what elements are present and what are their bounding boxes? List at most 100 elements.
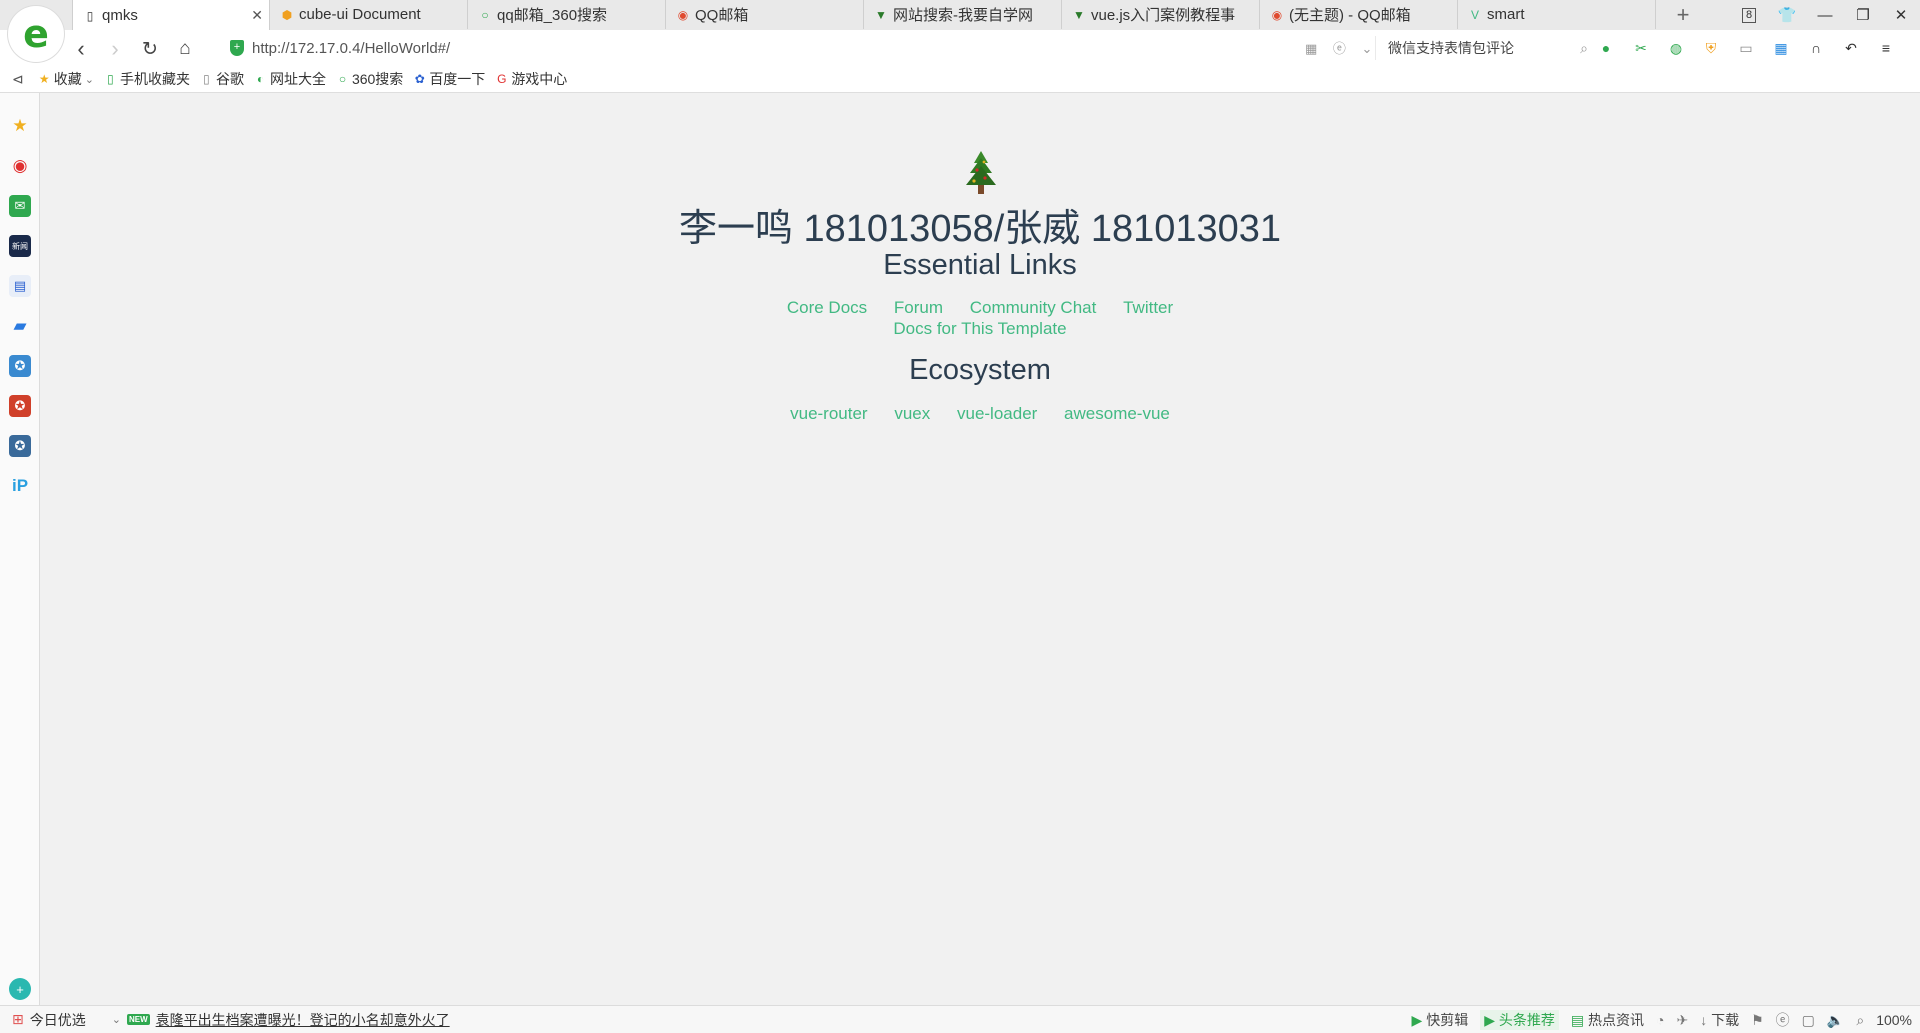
extension-bar: ● ✂ ◍ ⛨ ▭ ▦ ∩ ↶ ≡ bbox=[1595, 38, 1897, 58]
link-forum[interactable]: Forum bbox=[894, 298, 943, 317]
close-icon[interactable]: ✕ bbox=[251, 7, 263, 24]
bookmark-google[interactable]: ▯ 谷歌 bbox=[200, 69, 244, 89]
site-icon: ▼ bbox=[1073, 7, 1085, 22]
home-button[interactable]: ⌂ bbox=[172, 36, 198, 62]
hot-news-button[interactable]: ▤ 热点资讯 bbox=[1571, 1010, 1644, 1030]
tab-strip: ▯ qmks ✕ ⬢ cube-ui Document ○ qq邮箱_360搜索… bbox=[72, 0, 1656, 31]
link-twitter[interactable]: Twitter bbox=[1123, 298, 1173, 317]
flag-icon[interactable]: ⚑ bbox=[1751, 1012, 1764, 1029]
minimize-button[interactable]: — bbox=[1806, 0, 1844, 30]
forward-button[interactable]: › bbox=[102, 36, 128, 62]
bookmark-mobile[interactable]: ▯ 手机收藏夹 bbox=[104, 69, 190, 89]
game-icon[interactable]: ✪ bbox=[9, 355, 31, 377]
collapse-sidebar-icon[interactable]: ⊲ bbox=[12, 71, 24, 88]
news-icon[interactable]: 新闻 bbox=[9, 235, 31, 257]
tab-qqmail[interactable]: ◉ QQ邮箱 bbox=[666, 0, 864, 29]
link-docs-template[interactable]: Docs for This Template bbox=[893, 319, 1066, 338]
restore-button[interactable]: ❐ bbox=[1844, 0, 1882, 30]
page-icon: ▯ bbox=[203, 71, 210, 86]
image-icon[interactable]: ▭ bbox=[1735, 38, 1757, 58]
game-icon[interactable]: ✪ bbox=[9, 395, 31, 417]
search-icon[interactable]: ⌕ bbox=[1580, 40, 1588, 57]
address-text[interactable]: http://172.17.0.4/HelloWorld#/ bbox=[252, 40, 450, 57]
tab-zixue[interactable]: ▼ 网站搜索-我要自学网 bbox=[864, 0, 1062, 29]
today-picks[interactable]: 今日优选 bbox=[30, 1010, 86, 1030]
tab-count-button[interactable]: 8 bbox=[1730, 0, 1768, 30]
bookmark-games[interactable]: G 游戏中心 bbox=[495, 69, 567, 89]
quick-edit-button[interactable]: ▶ 快剪辑 bbox=[1412, 1010, 1469, 1030]
nav-icon: ◐ bbox=[256, 71, 265, 86]
window-controls: 8 👕 — ❐ ✕ bbox=[1730, 0, 1920, 30]
headphones-icon[interactable]: ∩ bbox=[1805, 38, 1827, 58]
tab-label: vue.js入门案例教程事 bbox=[1091, 7, 1236, 24]
link-community-chat[interactable]: Community Chat bbox=[970, 298, 1097, 317]
360search-icon: ○ bbox=[481, 7, 489, 22]
mail-icon[interactable]: ✉ bbox=[9, 195, 31, 217]
tab-qq-search[interactable]: ○ qq邮箱_360搜索 bbox=[468, 0, 666, 29]
ie-icon[interactable]: ⓔ bbox=[1776, 1010, 1790, 1030]
bookmark-favorites[interactable]: ★ 收藏 ⌄ bbox=[38, 69, 94, 89]
bookmark-360search[interactable]: ○ 360搜索 bbox=[336, 69, 403, 89]
back-button[interactable]: ‹ bbox=[68, 36, 94, 62]
tab-label: QQ邮箱 bbox=[695, 7, 749, 24]
tab-label: qmks bbox=[102, 7, 138, 24]
shield-ext-icon[interactable]: ⛨ bbox=[1700, 38, 1722, 58]
chat-icon[interactable]: ▰ bbox=[9, 315, 31, 337]
tab-label: smart bbox=[1487, 6, 1525, 23]
reload-button[interactable]: ↻ bbox=[137, 36, 163, 62]
headline-recommend-button[interactable]: ▶ 头条推荐 bbox=[1480, 1010, 1559, 1030]
undo-icon[interactable]: ↶ bbox=[1840, 38, 1862, 58]
volume-icon[interactable]: 🔈 bbox=[1827, 1012, 1844, 1029]
news-headline[interactable]: 袁隆平出生档案遭曝光！登记的小名却意外火了 bbox=[156, 1010, 450, 1030]
essential-links: Core Docs Forum Community Chat Twitter bbox=[40, 298, 1920, 318]
tab-qmks[interactable]: ▯ qmks ✕ bbox=[72, 0, 270, 31]
browser-icon: ◉ bbox=[677, 7, 689, 22]
link-core-docs[interactable]: Core Docs bbox=[787, 298, 867, 317]
pay-icon[interactable]: iP bbox=[9, 475, 31, 497]
pin-icon[interactable]: ✈ bbox=[1676, 1012, 1688, 1029]
new-badge: NEW bbox=[126, 1014, 150, 1025]
doc-icon[interactable]: ▤ bbox=[9, 275, 31, 297]
address-tools[interactable]: ▦ ⓔ ⌄ bbox=[1305, 38, 1378, 57]
search-input[interactable]: 微信支持表情包评论 ⌕ bbox=[1375, 36, 1588, 60]
scissors-icon[interactable]: ✂ bbox=[1630, 38, 1652, 58]
news-icon: ▤ bbox=[1570, 1012, 1585, 1028]
bookmark-hao[interactable]: ◐ 网址大全 bbox=[254, 69, 326, 89]
menu-icon[interactable]: ≡ bbox=[1875, 38, 1897, 58]
window-icon[interactable]: ▢ bbox=[1802, 1012, 1815, 1029]
tab-qqmail-nosubject[interactable]: ◉ (无主题) - QQ邮箱 bbox=[1260, 0, 1458, 29]
add-icon[interactable]: + bbox=[9, 978, 31, 1000]
sidebar: ★ ◉ ✉ 新闻 ▤ ▰ ✪ ✪ ✪ iP + bbox=[0, 93, 40, 1005]
browser-logo[interactable]: e bbox=[8, 6, 64, 62]
address-bar[interactable]: + http://172.17.0.4/HelloWorld#/ bbox=[230, 35, 1330, 61]
browser-icon: ◉ bbox=[1271, 7, 1283, 22]
tree-logo bbox=[966, 151, 996, 194]
game-icon: G bbox=[497, 71, 507, 86]
gift-icon: ⊞ bbox=[12, 1011, 24, 1027]
download-button[interactable]: ↓ 下载 bbox=[1700, 1010, 1739, 1030]
close-window-button[interactable]: ✕ bbox=[1882, 0, 1920, 30]
link-vue-router[interactable]: vue-router bbox=[790, 404, 867, 423]
link-awesome-vue[interactable]: awesome-vue bbox=[1064, 404, 1170, 423]
link-vuex[interactable]: vuex bbox=[894, 404, 930, 423]
translate-icon[interactable]: ◍ bbox=[1665, 38, 1687, 58]
bookmark-baidu[interactable]: ✿ 百度一下 bbox=[413, 69, 486, 89]
play-icon: ▶ bbox=[1484, 1012, 1495, 1028]
speed-icon[interactable]: ◔ bbox=[1656, 1012, 1664, 1028]
shirt-icon[interactable]: 👕 bbox=[1768, 0, 1806, 30]
game-icon[interactable]: ✪ bbox=[9, 435, 31, 457]
apps-icon[interactable]: ▦ bbox=[1770, 38, 1792, 58]
download-icon: ↓ bbox=[1700, 1012, 1708, 1028]
weibo-icon[interactable]: ◉ bbox=[9, 155, 31, 177]
tab-cube-ui[interactable]: ⬢ cube-ui Document bbox=[270, 0, 468, 29]
zoom-level[interactable]: 100% bbox=[1876, 1012, 1912, 1028]
tab-vue-tutorial[interactable]: ▼ vue.js入门案例教程事 bbox=[1062, 0, 1260, 29]
chat-icon[interactable]: ● bbox=[1595, 38, 1617, 58]
tab-smart[interactable]: V smart bbox=[1458, 0, 1656, 29]
chevron-down-icon[interactable]: ⌄ bbox=[112, 1013, 121, 1026]
new-tab-button[interactable]: + bbox=[1670, 2, 1696, 28]
link-vue-loader[interactable]: vue-loader bbox=[957, 404, 1037, 423]
zoom-icon[interactable]: ⌕ bbox=[1856, 1012, 1864, 1029]
site-icon: ⬢ bbox=[281, 7, 293, 22]
star-icon[interactable]: ★ bbox=[9, 115, 31, 137]
